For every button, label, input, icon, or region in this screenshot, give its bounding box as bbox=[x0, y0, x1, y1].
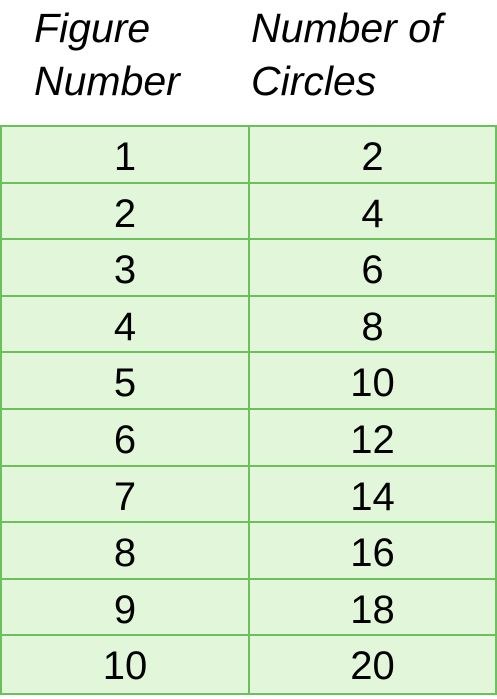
cell-number-of-circles: 4 bbox=[361, 191, 384, 236]
table-row: 10 20 bbox=[2, 636, 495, 693]
cell-number-of-circles: 10 bbox=[350, 361, 395, 406]
table-row: 6 12 bbox=[2, 410, 495, 467]
cell-figure-number: 8 bbox=[113, 531, 137, 576]
cell-figure-number: 7 bbox=[113, 474, 137, 519]
table-row: 5 10 bbox=[2, 353, 495, 410]
column-header-figure-number: Figure Number bbox=[34, 2, 180, 108]
cell-figure-number: 1 bbox=[113, 135, 137, 179]
cell-number-of-circles: 14 bbox=[350, 474, 395, 519]
cell-number-of-circles: 16 bbox=[350, 531, 395, 576]
cell-number-of-circles: 8 bbox=[361, 304, 384, 349]
cell-figure-number: 3 bbox=[113, 248, 137, 293]
table-row: 36 bbox=[2, 240, 495, 297]
cell-figure-number: 2 bbox=[113, 191, 137, 236]
table-row: 7 14 bbox=[2, 467, 495, 524]
cell-number-of-circles: 20 bbox=[350, 644, 395, 689]
cell-number-of-circles: 12 bbox=[350, 418, 395, 462]
column-header-line: Number of bbox=[251, 5, 443, 51]
column-header-number-of-circles: Number of Circles bbox=[251, 2, 442, 108]
cell-figure-number: 6 bbox=[113, 418, 137, 462]
data-table: 1 2 2 4 3 6 4 8 5 10 6 12 7 14 8 16 9 18 10 20 bbox=[0, 125, 497, 695]
cell-figure-number: 4 bbox=[113, 304, 137, 349]
cell-figure-number: 9 bbox=[113, 587, 137, 632]
column-header-line: Number bbox=[34, 58, 180, 104]
table-row: 12 bbox=[2, 127, 495, 184]
table-row: 24 bbox=[2, 184, 495, 241]
column-header-line: Circles bbox=[251, 58, 377, 104]
column-header-line: Figure bbox=[34, 5, 151, 51]
table-row: 48 bbox=[2, 297, 495, 354]
cell-figure-number: 5 bbox=[113, 361, 137, 406]
table-header: Figure Number Number of Circles bbox=[0, 0, 497, 125]
cell-number-of-circles: 6 bbox=[361, 248, 384, 293]
cell-figure-number: 10 bbox=[102, 644, 148, 689]
table-row: 8 16 bbox=[2, 523, 495, 580]
cell-number-of-circles: 18 bbox=[350, 587, 395, 632]
cell-number-of-circles: 2 bbox=[361, 135, 384, 179]
table-row: 9 18 bbox=[2, 580, 495, 637]
